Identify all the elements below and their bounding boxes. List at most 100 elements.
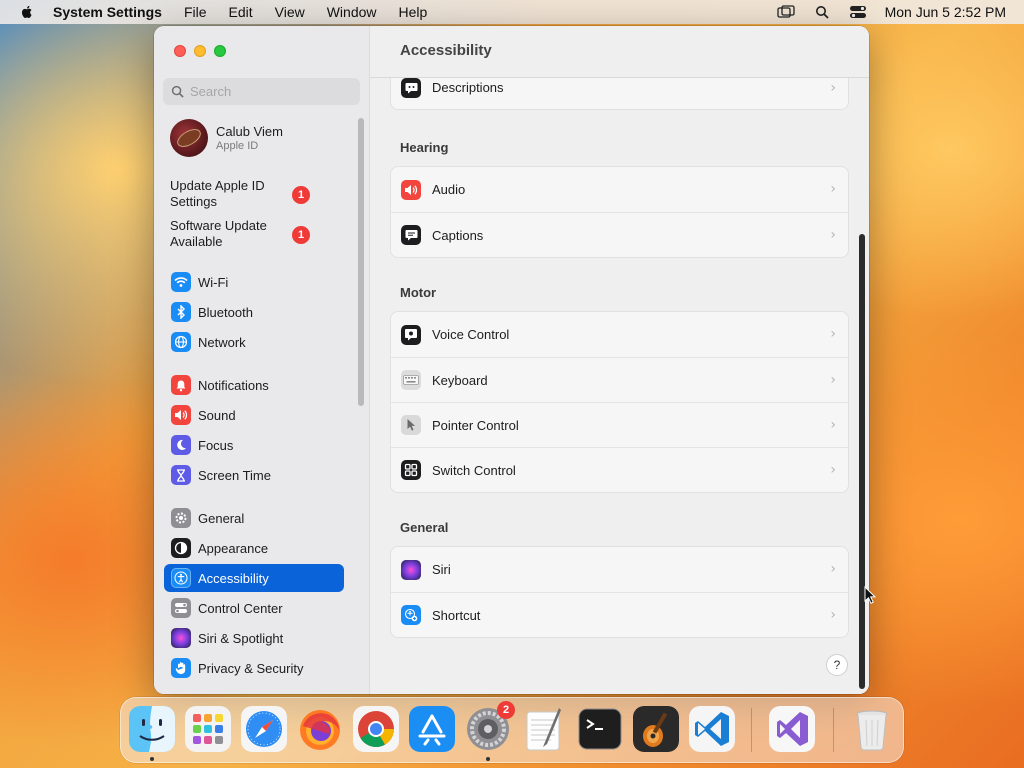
notice-label: Software Update Available [170, 218, 267, 249]
dock-trash[interactable] [849, 706, 895, 752]
content-scrollbar[interactable] [859, 234, 865, 689]
profile-subtitle: Apple ID [216, 140, 259, 152]
apple-id-profile[interactable]: Calub Viem Apple ID [170, 119, 283, 157]
screen-mirroring-icon[interactable] [776, 4, 795, 20]
sidebar-item-label: Notifications [198, 377, 269, 393]
dock: 2 [120, 697, 904, 763]
accessibility-icon [171, 568, 191, 588]
sidebar-item-sound[interactable]: Sound [164, 401, 344, 429]
hearing-group: Audio › Captions › [390, 166, 849, 258]
voice-control-icon [401, 324, 421, 345]
shortcut-icon [401, 605, 421, 625]
menu-file[interactable]: File [184, 4, 207, 20]
dock-vscode[interactable] [689, 706, 735, 752]
control-center-icon[interactable] [849, 4, 867, 20]
sidebar: Calub Viem Apple ID Update Apple ID Sett… [154, 26, 370, 694]
window-controls [174, 45, 226, 57]
help-button[interactable]: ? [826, 654, 848, 676]
sidebar-item-focus[interactable]: Focus [164, 431, 344, 459]
sidebar-item-privacy-security[interactable]: Privacy & Security [164, 654, 344, 682]
dock-safari[interactable] [241, 706, 287, 752]
chevron-right-icon: › [830, 462, 836, 478]
row-label: Siri [432, 562, 451, 577]
siri-icon [401, 559, 421, 580]
dock-chrome[interactable] [353, 706, 399, 752]
row-label: Keyboard [432, 372, 488, 388]
sidebar-item-label: Control Center [198, 600, 283, 616]
dock-launchpad[interactable] [185, 706, 231, 752]
section-title-hearing: Hearing [400, 140, 449, 155]
dock-textedit[interactable] [521, 706, 567, 752]
row-label: Captions [432, 227, 484, 243]
sidebar-item-label: Sound [198, 407, 236, 423]
launchpad-icon [185, 706, 231, 752]
row-pointer-control[interactable]: Pointer Control › [391, 402, 848, 447]
dock-firefox[interactable] [297, 706, 343, 752]
menu-edit[interactable]: Edit [229, 4, 253, 20]
row-voice-control[interactable]: Voice Control › [391, 312, 848, 357]
running-indicator [486, 757, 490, 761]
motor-group: Voice Control › Keyboard › Pointer Contr… [390, 311, 849, 493]
menubar-clock[interactable]: Mon Jun 5 2:52 PM [885, 4, 1006, 20]
sidebar-item-label: Wi-Fi [198, 274, 229, 290]
settings-badge: 2 [497, 701, 515, 719]
captions-icon [401, 225, 421, 245]
row-label: Descriptions [432, 80, 504, 95]
update-apple-id-notice[interactable]: Update Apple ID Settings 1 [170, 178, 310, 210]
system-settings-window: Calub Viem Apple ID Update Apple ID Sett… [154, 26, 869, 694]
sidebar-item-bluetooth[interactable]: Bluetooth [164, 298, 344, 326]
apple-menu-icon[interactable] [19, 4, 35, 20]
dock-finder[interactable] [129, 706, 175, 752]
notification-badge: 1 [292, 226, 310, 244]
row-siri[interactable]: Siri › [391, 547, 848, 592]
switch-control-icon [401, 460, 421, 480]
textedit-icon [526, 708, 561, 751]
zoom-window-button[interactable] [214, 45, 226, 57]
row-shortcut[interactable]: Shortcut › [391, 592, 848, 637]
search-input[interactable] [190, 84, 340, 99]
dock-app-store[interactable] [409, 706, 455, 752]
software-update-notice[interactable]: Software Update Available 1 [170, 218, 310, 250]
chevron-right-icon: › [830, 561, 836, 577]
chevron-right-icon: › [830, 227, 836, 243]
search-icon [171, 85, 184, 98]
sidebar-item-screen-time[interactable]: Screen Time [164, 461, 344, 489]
row-switch-control[interactable]: Switch Control › [391, 447, 848, 492]
row-audio[interactable]: Audio › [391, 167, 848, 212]
dock-terminal[interactable] [577, 706, 623, 752]
search-field[interactable] [163, 78, 360, 105]
section-title-motor: Motor [400, 285, 437, 300]
row-label: Voice Control [432, 327, 510, 342]
page-title: Accessibility [400, 42, 492, 59]
row-keyboard[interactable]: Keyboard › [391, 357, 848, 402]
pointer-icon [401, 415, 421, 435]
row-captions[interactable]: Captions › [391, 212, 848, 257]
chevron-right-icon: › [830, 417, 836, 433]
sidebar-item-notifications[interactable]: Notifications [164, 371, 344, 399]
profile-name: Calub Viem [216, 124, 283, 139]
menu-view[interactable]: View [275, 4, 305, 20]
sidebar-item-general[interactable]: General [164, 504, 344, 532]
sidebar-item-siri-spotlight[interactable]: Siri & Spotlight [164, 624, 344, 652]
siri-icon [171, 628, 191, 648]
spotlight-search-icon[interactable] [813, 4, 831, 20]
sidebar-item-wifi[interactable]: Wi-Fi [164, 268, 344, 296]
speaker-icon [171, 405, 191, 425]
sidebar-item-appearance[interactable]: Appearance [164, 534, 344, 562]
dock-separator [833, 708, 834, 752]
sidebar-item-accessibility[interactable]: Accessibility [164, 564, 344, 592]
menu-window[interactable]: Window [327, 4, 377, 20]
dock-garageband[interactable] [633, 706, 679, 752]
app-menu[interactable]: System Settings [53, 4, 162, 20]
minimize-window-button[interactable] [194, 45, 206, 57]
vscode-icon [689, 706, 735, 752]
terminal-icon [578, 708, 622, 750]
close-window-button[interactable] [174, 45, 186, 57]
dock-visual-studio[interactable] [769, 706, 815, 752]
sidebar-item-network[interactable]: Network [164, 328, 344, 356]
sidebar-item-control-center[interactable]: Control Center [164, 594, 344, 622]
menu-help[interactable]: Help [399, 4, 428, 20]
chrome-icon [353, 706, 399, 752]
chevron-right-icon: › [830, 181, 836, 197]
sidebar-scrollbar[interactable] [358, 118, 364, 406]
